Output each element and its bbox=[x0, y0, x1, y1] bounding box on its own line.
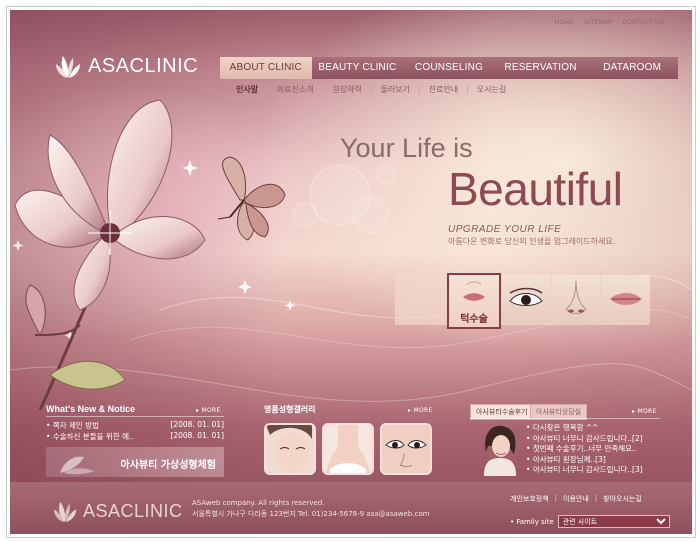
hero-upgrade: UPGRADE YOUR LIFE bbox=[448, 224, 562, 235]
news-more-label: MORE bbox=[201, 407, 221, 414]
nose-icon bbox=[565, 280, 587, 314]
woman-portrait-icon bbox=[484, 425, 516, 476]
subnav-director-profile[interactable]: 원장약력 bbox=[332, 84, 361, 95]
neck-photo-icon bbox=[326, 425, 370, 473]
news-item-title: • 수술하신 분들을 위한 예.. bbox=[46, 432, 134, 441]
top-link-sitemap[interactable]: SITEMAP bbox=[584, 20, 612, 26]
news-more-link[interactable]: ▸ MORE bbox=[196, 407, 221, 414]
brand-name: ASACLINIC bbox=[88, 54, 199, 77]
footer-links: 개인보호정책 | 이용안내 | 찾아오시는길 bbox=[510, 494, 642, 504]
top-link-contact[interactable]: CONTACT US bbox=[623, 20, 664, 26]
logo[interactable]: ASACLINIC bbox=[54, 50, 198, 82]
review-list: • 다시찾은 행복함 ^^ • 아사뷰티 너무니 감사드립니다..[2] • 첫… bbox=[526, 423, 643, 476]
review-item[interactable]: • 다시찾은 행복함 ^^ bbox=[526, 423, 643, 434]
top-link-home[interactable]: HOME bbox=[555, 20, 574, 26]
lotus-logo-icon bbox=[56, 56, 80, 78]
nav-dataroom[interactable]: DATAROOM bbox=[586, 57, 678, 79]
review-item[interactable]: • 아사뷰티 원장님께..[3] bbox=[526, 455, 643, 466]
footer-logo[interactable]: ASACLINIC bbox=[52, 498, 183, 524]
subnav-tour[interactable]: 둘러보기 bbox=[380, 84, 409, 95]
subnav-doctors[interactable]: 의료진소개 bbox=[277, 84, 314, 95]
family-site: • Family site 관련 사이트 bbox=[510, 515, 670, 528]
flower-illustration bbox=[14, 99, 206, 410]
lotus-logo-icon bbox=[53, 501, 77, 523]
nav-reservation[interactable]: RESERVATION bbox=[495, 57, 587, 79]
review-item[interactable]: • 아사뷰티 너무니 감사드립니다..[2] bbox=[526, 434, 643, 445]
gallery-photo-eyes[interactable] bbox=[380, 423, 432, 475]
news-item-date: [2008. 01. 01] bbox=[170, 420, 224, 429]
subnav-greeting[interactable]: 인사말 bbox=[236, 84, 258, 95]
footer-company: ASAweb company. All rights reserved. bbox=[192, 499, 325, 507]
hero-upgrade-sub: 아름다운 변화로 당신의 인생을 업그레이드하세요. bbox=[448, 237, 616, 246]
nav-beauty-clinic[interactable]: BEAUTY CLINIC bbox=[312, 57, 404, 79]
virtual-surgery-banner[interactable]: 아사뷰티 가상성형체험 bbox=[46, 447, 224, 477]
review-item[interactable]: • 첫번째 수술후기..너무 만족해요.. bbox=[526, 444, 643, 455]
consultant-photo bbox=[476, 422, 524, 476]
lips-icon bbox=[610, 293, 642, 305]
nav-about-clinic[interactable]: ABOUT CLINIC bbox=[220, 57, 312, 79]
news-title: What's New & Notice bbox=[46, 404, 136, 414]
footer-link-guide[interactable]: 이용안내 bbox=[563, 494, 589, 504]
review-item[interactable]: • 아사뷰티 너무니 감사드립니다..[3] bbox=[526, 465, 643, 476]
butterfly-illustration bbox=[217, 156, 286, 241]
page: ASACLINIC HOME SITEMAP CONTACT US ABOUT … bbox=[10, 10, 692, 534]
gallery-photo-face[interactable] bbox=[264, 423, 316, 475]
feature-label: 턱수술 bbox=[460, 314, 488, 325]
subnav-directions[interactable]: 오시는길 bbox=[477, 84, 506, 95]
gallery-more-link[interactable]: ▸ MORE bbox=[408, 407, 433, 414]
footer-link-privacy[interactable]: 개인보호정책 bbox=[510, 494, 549, 504]
face-photo-icon bbox=[266, 425, 312, 473]
nav-counseling[interactable]: COUNSELING bbox=[403, 57, 495, 79]
flower-icon bbox=[60, 456, 94, 475]
banner-text: 아사뷰티 가상성형체험 bbox=[120, 460, 216, 471]
news-item[interactable]: • 쪽자 제인 방법 [2008. 01. 01] bbox=[46, 420, 224, 431]
hero-line-2: Beautiful bbox=[448, 163, 623, 215]
eyes-photo-icon bbox=[382, 425, 430, 473]
feature-thumb-nose[interactable] bbox=[552, 275, 600, 323]
feature-thumb-eye[interactable] bbox=[502, 275, 550, 323]
news-item[interactable]: • 수술하신 분들을 위한 예.. [2008. 01. 01] bbox=[46, 431, 224, 442]
gallery-photo-neck[interactable] bbox=[322, 423, 374, 475]
footer-brand-name: ASACLINIC bbox=[83, 500, 183, 521]
gallery-more-label: MORE bbox=[413, 407, 433, 414]
hero-line-1: Your Life is bbox=[340, 133, 473, 163]
reviews-more-label: MORE bbox=[637, 408, 657, 415]
family-site-select[interactable]: 관련 사이트 bbox=[557, 515, 670, 528]
subnav-clinic-info[interactable]: 진료안내 bbox=[429, 84, 458, 95]
outer-frame: ASACLINIC HOME SITEMAP CONTACT US ABOUT … bbox=[6, 6, 696, 538]
footer-address: 서울특별시 가나구 다라동 123번지 Tel. 01)234-5678-9 a… bbox=[192, 510, 430, 518]
main-navigation: ABOUT CLINIC BEAUTY CLINIC COUNSELING RE… bbox=[220, 57, 678, 79]
reviews-more-link[interactable]: ▸ MORE bbox=[632, 408, 657, 415]
eye-icon bbox=[509, 287, 543, 306]
family-site-label: • Family site bbox=[510, 517, 554, 526]
sub-navigation: 인사말 | 의료진소개 | 원장약력 | 둘러보기 | 진료안내 | 오시는길 bbox=[236, 84, 507, 95]
news-item-title: • 쪽자 제인 방법 bbox=[46, 421, 99, 430]
gallery-title: 명품성형갤러리 bbox=[264, 405, 316, 414]
footer-info: ASAweb company. All rights reserved. 서울특… bbox=[192, 498, 429, 520]
top-links: HOME SITEMAP CONTACT US bbox=[555, 20, 664, 26]
feature-thumb-lips[interactable] bbox=[602, 275, 650, 323]
footer-link-directions[interactable]: 찾아오시는길 bbox=[603, 494, 642, 504]
feature-thumb-chin[interactable]: 턱수술 bbox=[447, 273, 501, 329]
news-item-date: [2008. 01. 01] bbox=[170, 431, 224, 440]
